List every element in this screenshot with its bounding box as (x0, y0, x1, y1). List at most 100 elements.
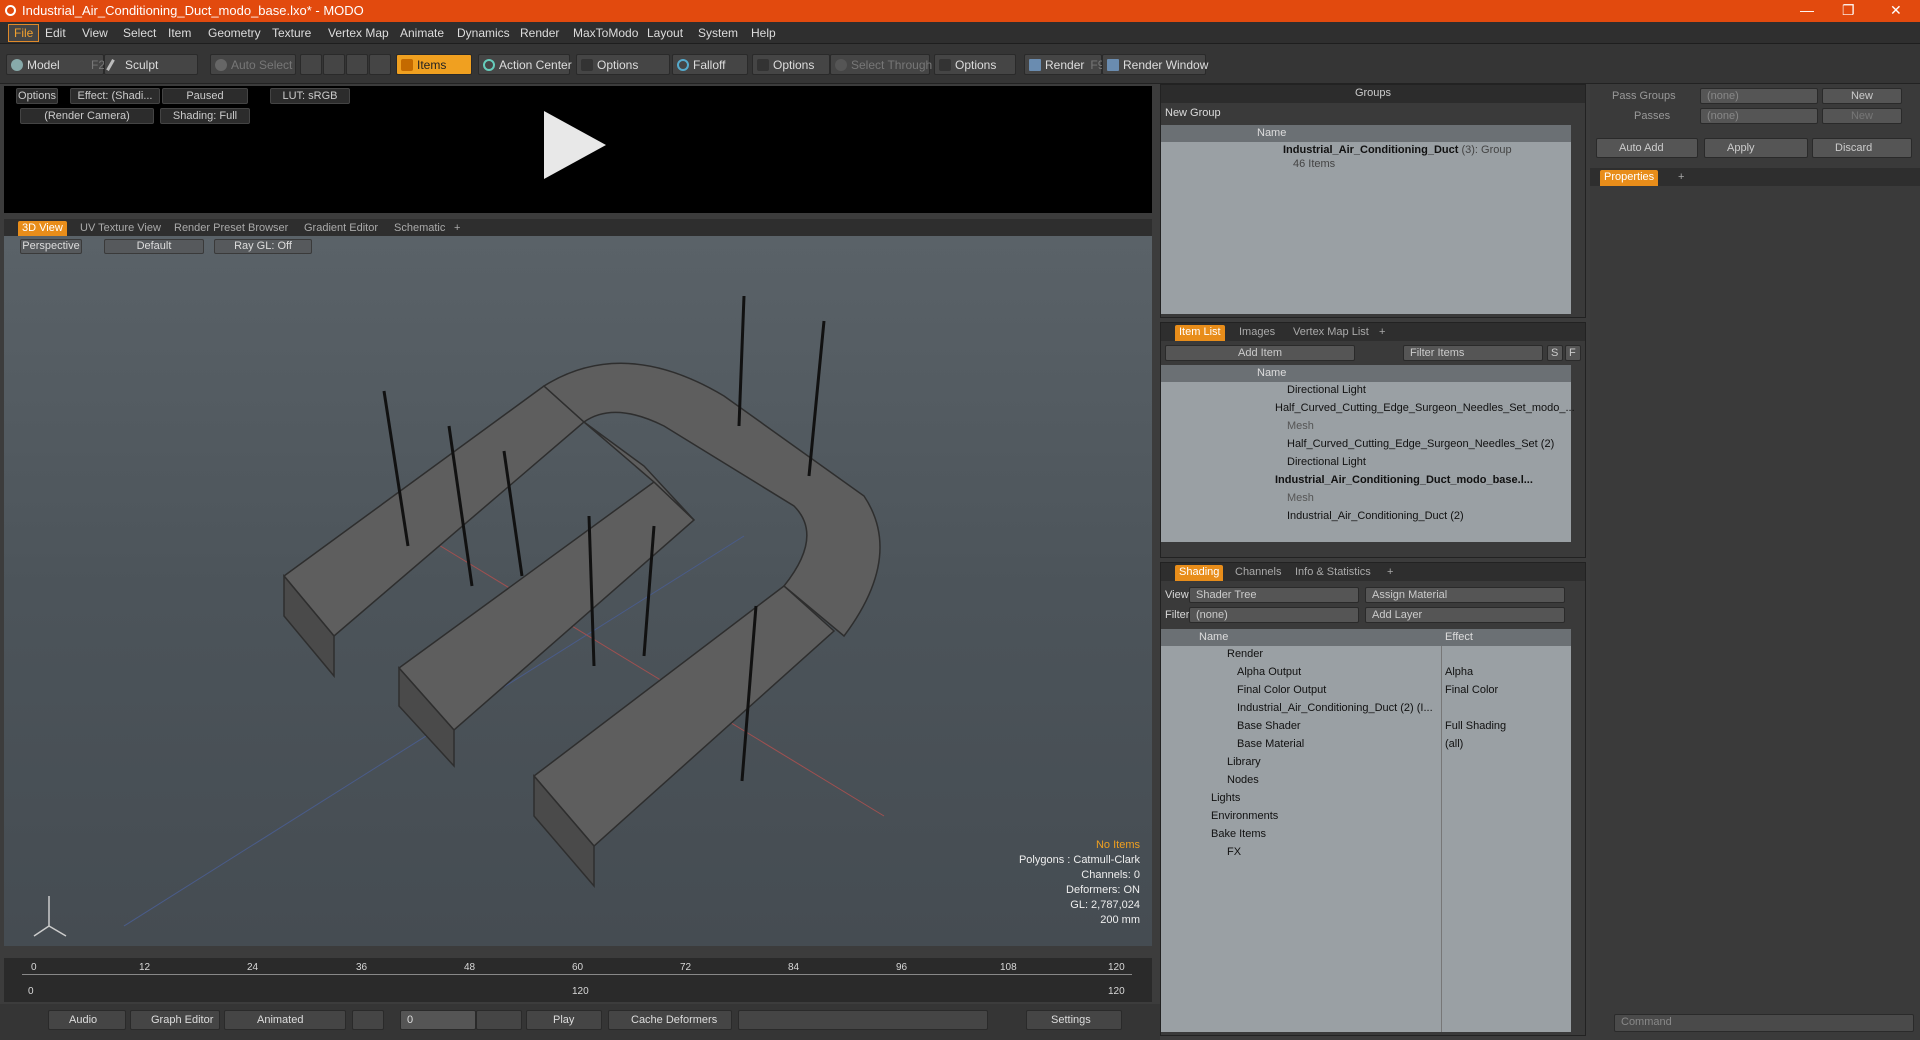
add-tab-button[interactable]: + (450, 221, 464, 237)
command-input[interactable]: Command (1614, 1014, 1914, 1032)
menu-view[interactable]: View (82, 26, 108, 40)
shader-row-nodes[interactable]: Nodes (1227, 774, 1259, 792)
tab-vertex-map-list[interactable]: Vertex Map List (1289, 325, 1373, 341)
action-center-button[interactable]: Action Center (478, 54, 572, 75)
menu-maxtomodo[interactable]: MaxToModo (573, 26, 638, 40)
shader-row-lights[interactable]: Lights (1211, 792, 1240, 810)
shader-effect-full-shading[interactable]: Full Shading (1445, 720, 1506, 738)
sculpt-button[interactable]: Sculpt (104, 54, 198, 75)
filter-dropdown[interactable]: (none) (1189, 607, 1359, 623)
view-dropdown[interactable]: Shader Tree (1189, 587, 1359, 603)
items-button[interactable]: Items (396, 54, 472, 75)
key-controls[interactable] (738, 1010, 988, 1030)
add-tab-button[interactable]: + (1383, 565, 1397, 581)
shader-row-base-material[interactable]: Base Material (1237, 738, 1304, 756)
tab-uv-texture-view[interactable]: UV Texture View (76, 221, 165, 237)
auto-select-button[interactable]: Auto Select (210, 54, 296, 75)
tab-schematic[interactable]: Schematic (390, 221, 449, 237)
lut-dropdown[interactable]: LUT: sRGB (270, 88, 350, 104)
shading-dropdown[interactable]: Shading: Full (160, 108, 250, 124)
auto-add-button[interactable]: Auto Add (1596, 138, 1698, 158)
render-button[interactable]: Render F9 (1024, 54, 1104, 75)
paused-button[interactable]: Paused (162, 88, 248, 104)
shader-row-fx[interactable]: FX (1227, 846, 1241, 864)
play-button[interactable]: Play (526, 1010, 602, 1030)
tab-info-statistics[interactable]: Info & Statistics (1291, 565, 1375, 581)
shader-row-bake-items[interactable]: Bake Items (1211, 828, 1266, 846)
select-polygons-button[interactable] (346, 54, 368, 75)
shader-row-final-color[interactable]: Final Color Output (1237, 684, 1326, 702)
select-through-button[interactable]: Select Through (830, 54, 932, 75)
add-item-dropdown[interactable]: Add Item (1165, 345, 1355, 361)
restore-button[interactable]: ❐ (1842, 2, 1855, 19)
tab-gradient-editor[interactable]: Gradient Editor (300, 221, 382, 237)
tab-item-list[interactable]: Item List (1175, 325, 1225, 341)
list-item[interactable]: Industrial_Air_Conditioning_Duct_modo_ba… (1275, 474, 1533, 492)
first-frame-button[interactable] (352, 1010, 384, 1030)
tab-shading[interactable]: Shading (1175, 565, 1224, 581)
menu-animate[interactable]: Animate (400, 26, 444, 40)
tab-channels[interactable]: Channels (1231, 565, 1285, 581)
preview-options-button[interactable]: Options (16, 88, 58, 104)
shader-row-render[interactable]: Render (1227, 648, 1263, 666)
render-window-button[interactable]: Render Window (1102, 54, 1208, 75)
list-item[interactable]: Mesh (1287, 420, 1314, 438)
settings-button[interactable]: Settings (1026, 1010, 1122, 1030)
options-button-1[interactable]: Options (576, 54, 670, 75)
new-group-button[interactable]: New Group (1165, 107, 1221, 119)
filter-f-button[interactable]: F (1565, 345, 1581, 361)
pass-groups-dropdown[interactable]: (none) (1700, 88, 1818, 104)
menu-item[interactable]: Item (168, 26, 191, 40)
new-pass-group-button[interactable]: New (1822, 88, 1902, 104)
add-tab-button[interactable]: + (1375, 325, 1389, 341)
new-pass-button[interactable]: New (1822, 108, 1902, 124)
options-button-2[interactable]: Options (752, 54, 830, 75)
select-vertices-button[interactable] (300, 54, 322, 75)
shader-effect-all[interactable]: (all) (1445, 738, 1463, 756)
apply-button[interactable]: Apply (1704, 138, 1808, 158)
list-item[interactable]: Half_Curved_Cutting_Edge_Surgeon_Needles… (1275, 402, 1575, 420)
passes-dropdown[interactable]: (none) (1700, 108, 1818, 124)
select-edges-button[interactable] (323, 54, 345, 75)
menu-help[interactable]: Help (751, 26, 776, 40)
list-item[interactable]: Half_Curved_Cutting_Edge_Surgeon_Needles… (1287, 438, 1554, 456)
shader-row-environments[interactable]: Environments (1211, 810, 1278, 828)
animated-dropdown[interactable]: Animated (224, 1010, 346, 1030)
menu-geometry[interactable]: Geometry (208, 26, 261, 40)
add-layer-dropdown[interactable]: Add Layer (1365, 607, 1565, 623)
list-item[interactable]: Industrial_Air_Conditioning_Duct (2) (1287, 510, 1464, 528)
menu-edit[interactable]: Edit (45, 26, 66, 40)
play-icon[interactable] (544, 111, 606, 179)
add-tab-button[interactable]: + (1674, 170, 1688, 186)
effect-dropdown[interactable]: Effect: (Shadi... (70, 88, 160, 104)
falloff-button[interactable]: Falloff (672, 54, 748, 75)
tab-images[interactable]: Images (1235, 325, 1279, 341)
frame-input[interactable]: 0 (400, 1010, 476, 1030)
menu-texture[interactable]: Texture (272, 26, 311, 40)
menu-system[interactable]: System (698, 26, 738, 40)
menu-render[interactable]: Render (520, 26, 559, 40)
list-item[interactable]: Mesh (1287, 492, 1314, 510)
cache-deformers-button[interactable]: Cache Deformers (608, 1010, 732, 1030)
menu-file[interactable]: File (8, 24, 40, 42)
shader-row-library[interactable]: Library (1227, 756, 1261, 774)
filter-items-input[interactable]: Filter Items (1403, 345, 1543, 361)
camera-dropdown[interactable]: (Render Camera) (20, 108, 154, 124)
shader-row-base-shader[interactable]: Base Shader (1237, 720, 1301, 738)
raygl-dropdown[interactable]: Ray GL: Off (214, 239, 312, 254)
options-button-3[interactable]: Options (934, 54, 1016, 75)
tab-render-preset-browser[interactable]: Render Preset Browser (170, 221, 292, 237)
default-dropdown[interactable]: Default (104, 239, 204, 254)
model-button[interactable]: Model F2 (6, 54, 105, 75)
menu-select[interactable]: Select (123, 26, 156, 40)
menu-vertex-map[interactable]: Vertex Map (328, 26, 389, 40)
tab-3d-view[interactable]: 3D View (18, 221, 67, 237)
graph-editor-button[interactable]: Graph Editor (130, 1010, 220, 1030)
menu-dynamics[interactable]: Dynamics (457, 26, 510, 40)
assign-material-dropdown[interactable]: Assign Material (1365, 587, 1565, 603)
3d-viewport[interactable]: Perspective Default Ray GL: Off No Items… (4, 236, 1152, 946)
timeline[interactable]: 0 12 24 36 48 60 72 84 96 108 120 0 120 … (4, 958, 1152, 1002)
tab-properties[interactable]: Properties (1600, 170, 1659, 186)
shader-effect-final-color[interactable]: Final Color (1445, 684, 1498, 702)
perspective-dropdown[interactable]: Perspective (20, 239, 82, 254)
